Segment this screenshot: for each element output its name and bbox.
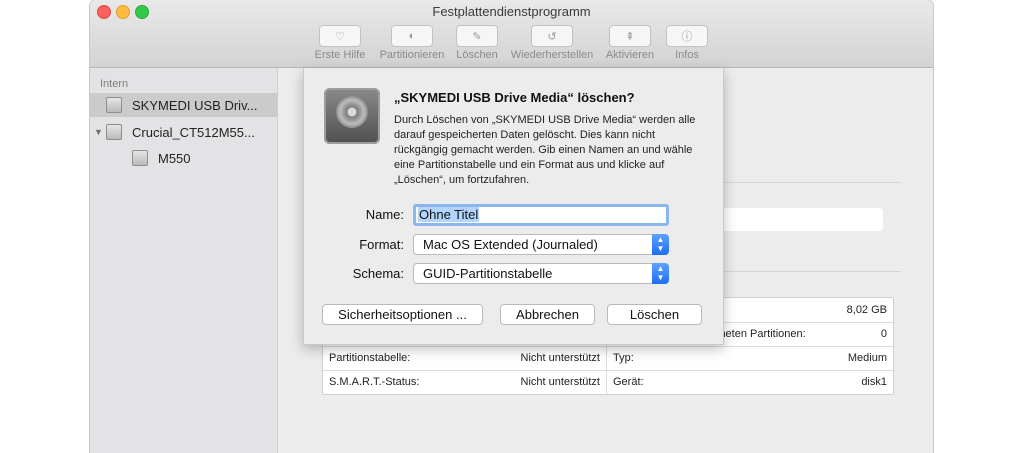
info-smart: S.M.A.R.T.-Status: Nicht unterstützt bbox=[329, 376, 600, 388]
sidebar-section-internal: Intern bbox=[100, 78, 129, 90]
divider bbox=[718, 271, 901, 272]
sidebar-item-label: SKYMEDI USB Driv... bbox=[132, 97, 258, 113]
format-select[interactable]: Mac OS Extended (Journaled) ▲ ▼ bbox=[413, 234, 669, 255]
window-title: Festplattendienstprogramm bbox=[432, 4, 591, 19]
info-device: Gerät: disk1 bbox=[613, 376, 887, 388]
partition-icon[interactable]: ◐ bbox=[391, 25, 433, 47]
sidebar-item-crucial[interactable]: ▼ Crucial_CT512M55... bbox=[90, 120, 277, 144]
toolbar-label: Wiederherstellen bbox=[510, 49, 594, 61]
toolbar-label: Aktivieren bbox=[605, 49, 655, 61]
name-input[interactable]: Ohne Titel bbox=[413, 204, 669, 226]
info-type: Typ: Medium bbox=[613, 352, 887, 364]
mount-icon[interactable]: ⇞ bbox=[609, 25, 651, 47]
name-label: Name: bbox=[365, 207, 404, 222]
toolbar-partition[interactable]: ◐ Partitionieren bbox=[379, 25, 445, 61]
sidebar-item-skymedi[interactable]: SKYMEDI USB Driv... bbox=[90, 93, 277, 117]
toolbar-label: Partitionieren bbox=[379, 49, 445, 61]
divider bbox=[718, 182, 901, 183]
sheet-description: Durch Löschen von „SKYMEDI USB Drive Med… bbox=[394, 114, 696, 186]
stethoscope-icon[interactable]: ♡ bbox=[319, 25, 361, 47]
usage-bar bbox=[718, 208, 883, 231]
toolbar-label: Infos bbox=[675, 49, 699, 61]
cancel-button[interactable]: Abbrechen bbox=[500, 304, 595, 325]
disk-icon bbox=[106, 97, 122, 113]
title-bar: Festplattendienstprogramm ♡ Erste Hilfe … bbox=[90, 0, 933, 68]
erase-button[interactable]: Löschen bbox=[607, 304, 702, 325]
name-input-value: Ohne Titel bbox=[418, 207, 480, 222]
info-partition-table: Partitionstabelle: Nicht unterstützt bbox=[329, 352, 600, 364]
restore-icon[interactable]: ↺ bbox=[531, 25, 573, 47]
erase-icon[interactable]: ✎ bbox=[456, 25, 498, 47]
security-options-button[interactable]: Sicherheitsoptionen ... bbox=[322, 304, 483, 325]
sidebar-item-label: Crucial_CT512M55... bbox=[132, 124, 255, 140]
sidebar-item-label: M550 bbox=[158, 150, 191, 166]
toolbar-mount[interactable]: ⇞ Aktivieren bbox=[600, 25, 660, 61]
sidebar: Intern SKYMEDI USB Driv... ▼ Crucial_CT5… bbox=[90, 68, 278, 453]
volume-icon bbox=[132, 150, 148, 166]
toolbar-restore[interactable]: ↺ Wiederherstellen bbox=[504, 25, 600, 61]
disk-icon bbox=[106, 124, 122, 140]
schema-select[interactable]: GUID-Partitionstabelle ▲ ▼ bbox=[413, 263, 669, 284]
format-label: Format: bbox=[359, 237, 404, 252]
toolbar-label: Erste Hilfe bbox=[314, 49, 366, 61]
toolbar-first-aid[interactable]: ♡ Erste Hilfe bbox=[310, 25, 370, 61]
toolbar-label: Löschen bbox=[456, 49, 498, 61]
schema-label: Schema: bbox=[352, 266, 404, 281]
info-icon[interactable]: ⓘ bbox=[666, 25, 708, 47]
sheet-title: „SKYMEDI USB Drive Media“ löschen? bbox=[394, 90, 635, 105]
toolbar-erase[interactable]: ✎ Löschen bbox=[447, 25, 507, 61]
hard-disk-icon bbox=[324, 88, 380, 144]
sidebar-item-m550[interactable]: M550 bbox=[90, 146, 277, 170]
toolbar-info[interactable]: ⓘ Infos bbox=[657, 25, 717, 61]
popup-arrows-icon: ▲ ▼ bbox=[652, 234, 669, 255]
popup-arrows-icon: ▲ ▼ bbox=[652, 263, 669, 284]
disclosure-triangle-icon[interactable]: ▼ bbox=[94, 127, 106, 137]
